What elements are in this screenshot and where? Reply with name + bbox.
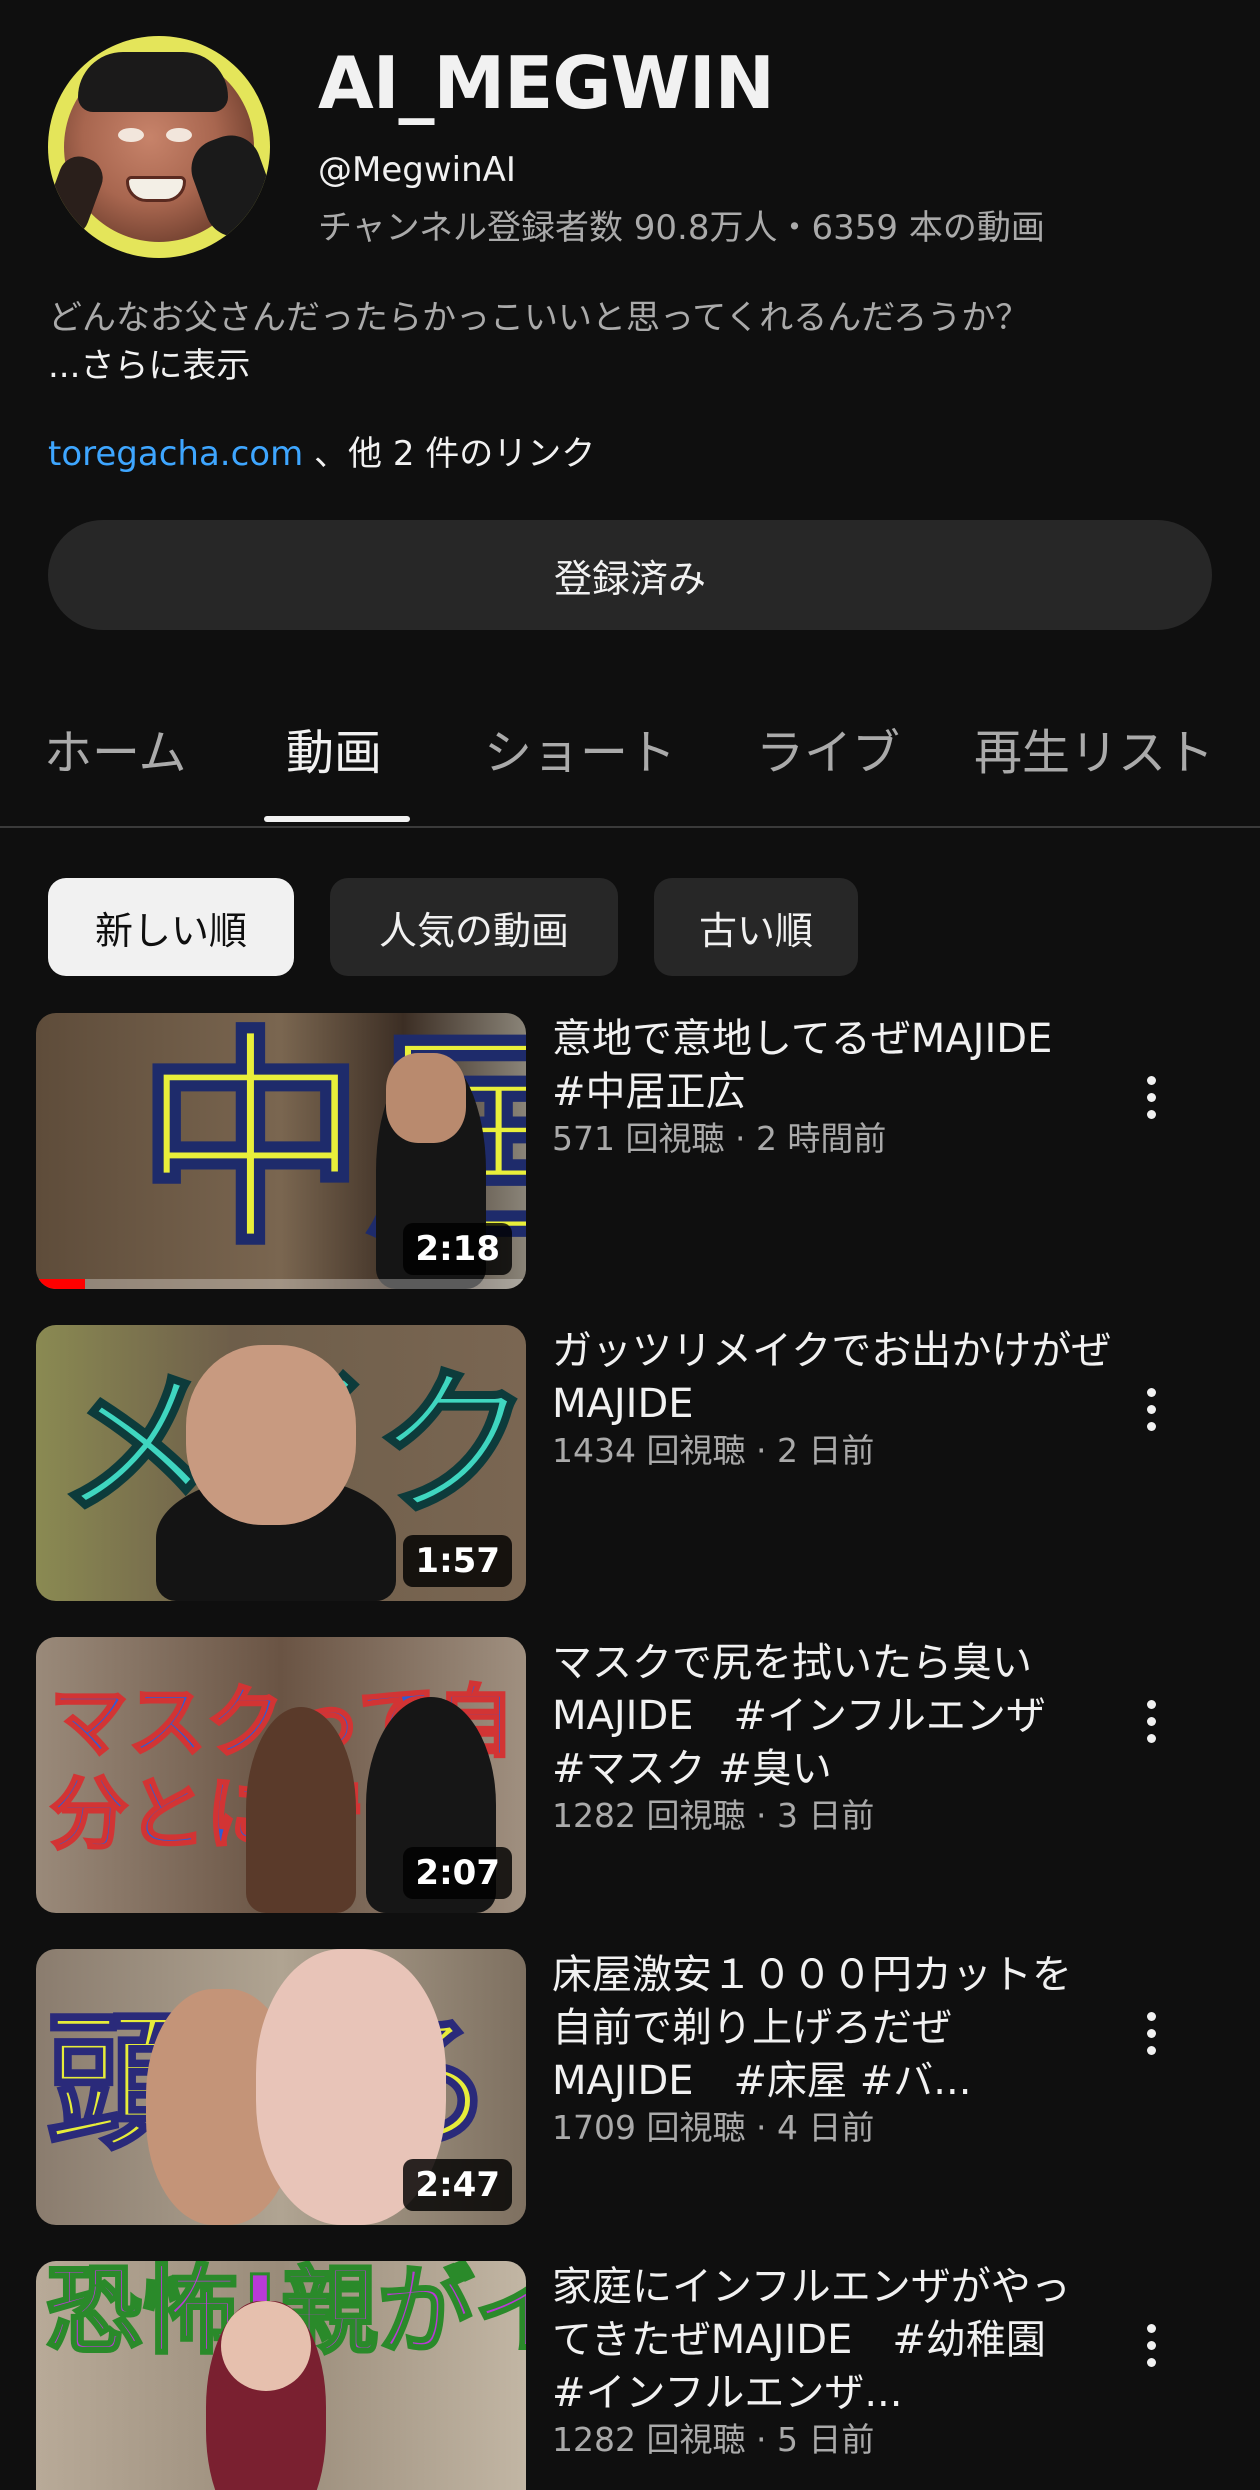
tab-videos[interactable]: 動画: [286, 720, 382, 786]
tab-playlists[interactable]: 再生リスト: [974, 720, 1214, 786]
video-thumbnail[interactable]: マスクって自分とに守っ 2:07: [36, 1637, 526, 1913]
more-vert-icon[interactable]: [1126, 1681, 1176, 1761]
more-vert-icon[interactable]: [1126, 2305, 1176, 2385]
show-more-link[interactable]: ...さらに表示: [48, 342, 250, 390]
more-vert-icon[interactable]: [1126, 1993, 1176, 2073]
thumbnail-person: [246, 1707, 356, 1913]
avatar-mouth: [126, 176, 186, 202]
video-meta: 571 回視聴 · 2 時間前: [552, 1119, 887, 1158]
video-meta: 1434 回視聴 · 2 日前: [552, 1431, 875, 1470]
video-item[interactable]: 中居 2:18 意地で意地してるぜMAJIDE #中居正広 571 回視聴 · …: [36, 1013, 1226, 1289]
video-duration: 2:47: [403, 2159, 512, 2211]
video-thumbnail[interactable]: 中居 2:18: [36, 1013, 526, 1289]
more-links-link[interactable]: 、他 2 件のリンク: [314, 434, 595, 474]
channel-handle: @MegwinAI: [318, 150, 516, 190]
avatar-eye: [166, 128, 192, 142]
video-title[interactable]: ガッツリメイクでお出かけがぜMAJIDE: [552, 1325, 1112, 1431]
thumbnail-face: [186, 1345, 356, 1525]
channel-name: AI_MEGWIN: [318, 41, 775, 125]
avatar-hair: [78, 52, 228, 112]
video-title[interactable]: 意地で意地してるぜMAJIDE #中居正広: [552, 1013, 1112, 1119]
tab-shorts[interactable]: ショート: [484, 720, 676, 786]
video-item[interactable]: 頭ろ 2:47 床屋激安１０００円カットを自前で剃り上げろだぜMAJIDE #床…: [36, 1949, 1226, 2225]
thumbnail-face: [386, 1053, 466, 1143]
video-item[interactable]: 恐怖!親がイ 家庭にインフルエンザがやってきたぜMAJIDE #幼稚園 #インフ…: [36, 2261, 1226, 2490]
avatar-eye: [118, 128, 144, 142]
video-title[interactable]: 床屋激安１０００円カットを自前で剃り上げろだぜMAJIDE #床屋 #バ...: [552, 1949, 1072, 2108]
chip-popular[interactable]: 人気の動画: [330, 878, 618, 976]
channel-description[interactable]: どんなお父さんだったらかっこいいと思ってくれるんだろうか？: [48, 294, 1029, 342]
video-item[interactable]: メイク 1:57 ガッツリメイクでお出かけがぜMAJIDE 1434 回視聴 ·…: [36, 1325, 1226, 1601]
video-title[interactable]: マスクで尻を拭いたら臭いMAJIDE #インフルエンザ #マスク #臭い: [552, 1637, 1072, 1796]
channel-stats: チャンネル登録者数 90.8万人・6359 本の動画: [318, 208, 1045, 248]
video-title[interactable]: 家庭にインフルエンザがやってきたぜMAJIDE #幼稚園 #インフルエンザ...: [552, 2261, 1072, 2420]
video-duration: 1:57: [403, 1535, 512, 1587]
chip-oldest[interactable]: 古い順: [654, 878, 858, 976]
more-vert-icon[interactable]: [1126, 1057, 1176, 1137]
tab-live[interactable]: ライブ: [756, 720, 900, 786]
subscribed-button[interactable]: 登録済み: [48, 520, 1212, 630]
video-meta: 1282 回視聴 · 3 日前: [552, 1796, 875, 1835]
video-thumbnail[interactable]: 頭ろ 2:47: [36, 1949, 526, 2225]
video-meta: 1709 回視聴 · 4 日前: [552, 2108, 875, 2147]
channel-avatar[interactable]: [48, 36, 270, 258]
more-vert-icon[interactable]: [1126, 1369, 1176, 1449]
video-thumbnail[interactable]: メイク 1:57: [36, 1325, 526, 1601]
active-tab-indicator: [264, 816, 410, 822]
thumbnail-face: [221, 2301, 311, 2391]
video-duration: 2:18: [403, 1223, 512, 1275]
video-duration: 2:07: [403, 1847, 512, 1899]
video-item[interactable]: マスクって自分とに守っ 2:07 マスクで尻を拭いたら臭いMAJIDE #インフ…: [36, 1637, 1226, 1913]
channel-link[interactable]: toregacha.com: [48, 434, 303, 474]
video-thumbnail[interactable]: 恐怖!親がイ: [36, 2261, 526, 2490]
channel-links: toregacha.com 、他 2 件のリンク: [48, 430, 595, 478]
channel-tabs: ホーム 動画 ショート ライブ 再生リスト: [0, 690, 1260, 828]
video-meta: 1282 回視聴 · 5 日前: [552, 2420, 875, 2459]
chip-newest[interactable]: 新しい順: [48, 878, 294, 976]
watch-progress-bar: [36, 1279, 526, 1289]
tab-home[interactable]: ホーム: [44, 720, 187, 786]
